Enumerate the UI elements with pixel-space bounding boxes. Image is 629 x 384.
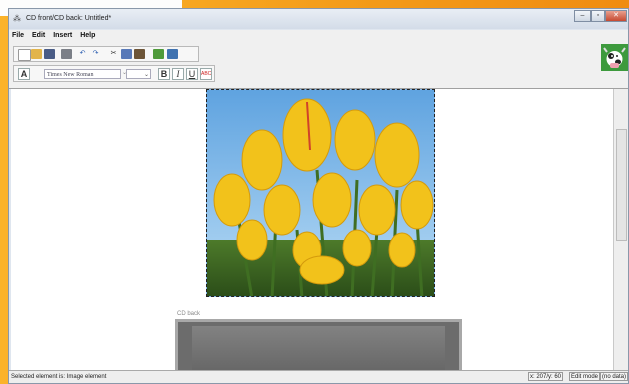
font-name-select[interactable]: Times New Roman — [44, 69, 121, 79]
cow-mascot-icon — [601, 44, 628, 71]
toolbar-area: ↶ ↷ ✂ A Times New Roman ⌄ ⌄ B I U ABC — [9, 42, 628, 89]
window-title: CD front/CD back: Untitled* — [26, 15, 112, 22]
open-icon[interactable] — [31, 49, 42, 59]
design-canvas[interactable]: CD back — [11, 89, 614, 372]
status-coordinates: x: 207/y: 60 — [528, 372, 564, 381]
cd-back-inner — [192, 326, 445, 372]
copy-icon[interactable] — [121, 49, 132, 59]
close-button[interactable]: ✕ — [605, 10, 627, 22]
paste-icon[interactable] — [134, 49, 145, 59]
status-mode: Edit mode — [569, 372, 601, 381]
menu-insert[interactable]: Insert — [53, 30, 72, 42]
size-chevron-icon: ⌄ — [143, 72, 149, 78]
save-icon[interactable] — [44, 49, 55, 59]
spellcheck-button[interactable]: ABC — [200, 68, 212, 80]
vertical-scrollbar[interactable] — [613, 89, 628, 372]
gallery-icon[interactable] — [167, 49, 178, 59]
menu-help[interactable]: Help — [80, 30, 95, 42]
scrollbar-thumb[interactable] — [616, 129, 627, 241]
cd-front-image[interactable] — [206, 89, 435, 297]
main-toolbar: ↶ ↷ ✂ — [13, 46, 199, 62]
redo-icon[interactable]: ↷ — [90, 49, 101, 59]
bold-button[interactable]: B — [158, 68, 170, 80]
status-selected-element: Selected element is: Image element — [11, 374, 107, 380]
tulips-photo — [207, 90, 434, 296]
title-bar: ⁂ CD front/CD back: Untitled* – ▫ ✕ — [9, 9, 628, 29]
new-icon[interactable] — [18, 49, 31, 61]
text-style-button[interactable]: A — [18, 68, 30, 80]
menu-file[interactable]: File — [12, 30, 24, 42]
menu-edit[interactable]: Edit — [32, 30, 45, 42]
cd-back-label: CD back — [177, 311, 201, 317]
image-icon[interactable] — [153, 49, 164, 59]
app-icon: ⁂ — [13, 14, 21, 23]
minimize-button[interactable]: – — [574, 10, 591, 22]
status-bar: Selected element is: Image element x: 20… — [9, 370, 628, 383]
app-window: ⁂ CD front/CD back: Untitled* – ▫ ✕ File… — [8, 8, 629, 384]
cut-icon[interactable]: ✂ — [108, 49, 119, 59]
menu-bar: File Edit Insert Help — [9, 30, 628, 42]
underline-button[interactable]: U — [186, 68, 198, 80]
undo-icon[interactable]: ↶ — [77, 49, 88, 59]
italic-button[interactable]: I — [172, 68, 184, 80]
status-data: (no data) — [600, 372, 628, 381]
format-toolbar: A Times New Roman ⌄ ⌄ B I U ABC — [13, 65, 215, 82]
cd-back-panel[interactable] — [175, 319, 462, 372]
font-size-select[interactable]: ⌄ — [126, 69, 151, 79]
maximize-button[interactable]: ▫ — [591, 10, 605, 22]
print-icon[interactable] — [61, 49, 72, 59]
